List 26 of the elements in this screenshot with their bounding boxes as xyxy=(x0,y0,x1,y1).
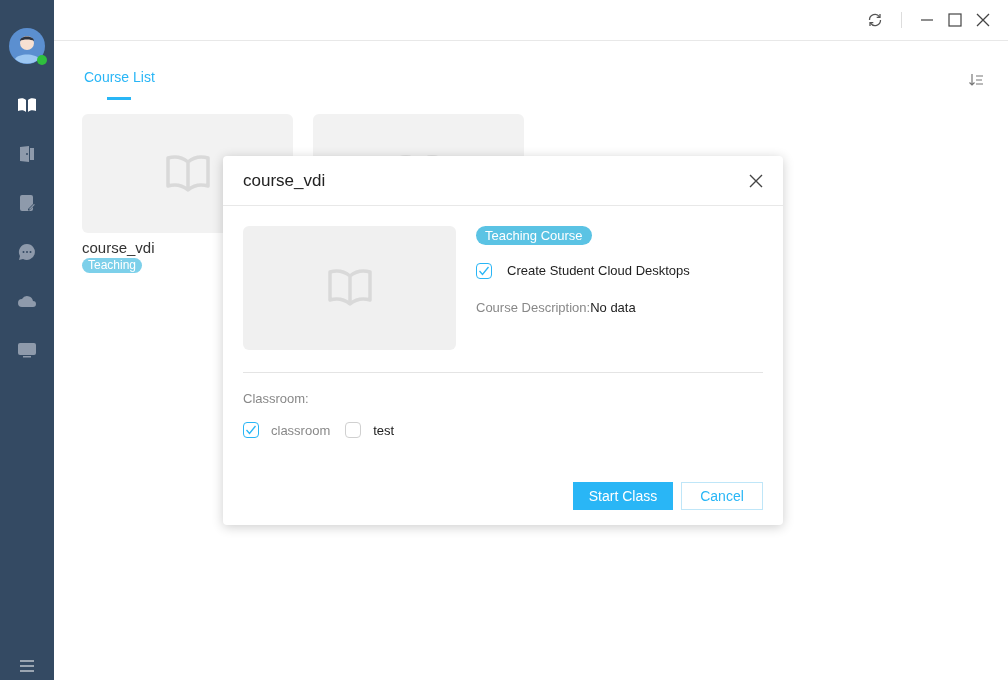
maximize-icon[interactable] xyxy=(948,13,962,27)
start-class-button[interactable]: Start Class xyxy=(573,482,673,510)
course-type-tag: Teaching Course xyxy=(476,226,592,245)
note-icon xyxy=(17,192,37,213)
avatar-icon[interactable] xyxy=(9,28,45,64)
door-icon xyxy=(17,143,37,164)
close-icon[interactable] xyxy=(749,173,763,188)
close-icon[interactable] xyxy=(976,13,990,27)
checkbox-label: classroom xyxy=(271,421,331,440)
checkbox-label: Create Student Cloud Desktops xyxy=(507,262,690,280)
refresh-icon[interactable] xyxy=(867,12,883,28)
checkbox[interactable] xyxy=(345,422,362,439)
course-tag: Teaching xyxy=(82,258,143,273)
tab[interactable]: Course List xyxy=(84,67,155,100)
chat-icon xyxy=(17,241,37,262)
checkbox[interactable] xyxy=(243,422,259,439)
classroom-label: Classroom: xyxy=(242,390,310,408)
description-label: Course Description: xyxy=(476,298,591,317)
cancel-button[interactable]: Cancel xyxy=(681,482,763,510)
course-title: course_vdi xyxy=(82,239,156,257)
dialog-title: course_vdi xyxy=(243,169,326,192)
description-value: No data xyxy=(590,298,636,317)
menu-icon[interactable] xyxy=(20,660,34,672)
checkbox[interactable] xyxy=(476,262,492,279)
checkbox-label: test xyxy=(373,421,395,440)
sort-icon[interactable] xyxy=(968,73,984,87)
